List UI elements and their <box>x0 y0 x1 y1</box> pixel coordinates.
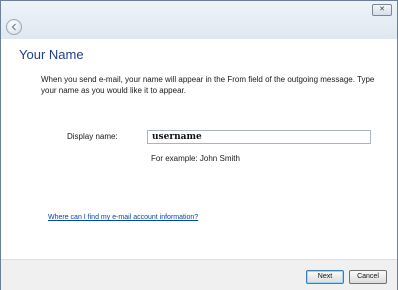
description-text: When you send e-mail, your name will app… <box>41 75 375 95</box>
back-button[interactable] <box>6 19 22 35</box>
wizard-window: ✕ Your Name When you send e-mail, your n… <box>0 0 398 290</box>
account-info-help-link[interactable]: Where can I find my e-mail account infor… <box>48 214 198 221</box>
close-button[interactable]: ✕ <box>372 4 392 16</box>
page-title: Your Name <box>19 47 84 62</box>
display-name-label: Display name: <box>67 132 118 141</box>
cancel-button[interactable]: Cancel <box>349 270 387 284</box>
example-text: For example: John Smith <box>151 154 240 163</box>
next-button[interactable]: Next <box>306 270 344 284</box>
title-bar: ✕ <box>1 1 397 39</box>
display-name-input[interactable]: username <box>147 130 371 144</box>
back-arrow-icon <box>11 23 16 31</box>
button-bar: Next Cancel <box>1 259 397 290</box>
wizard-content: Your Name When you send e-mail, your nam… <box>1 39 397 259</box>
close-icon: ✕ <box>379 6 385 13</box>
